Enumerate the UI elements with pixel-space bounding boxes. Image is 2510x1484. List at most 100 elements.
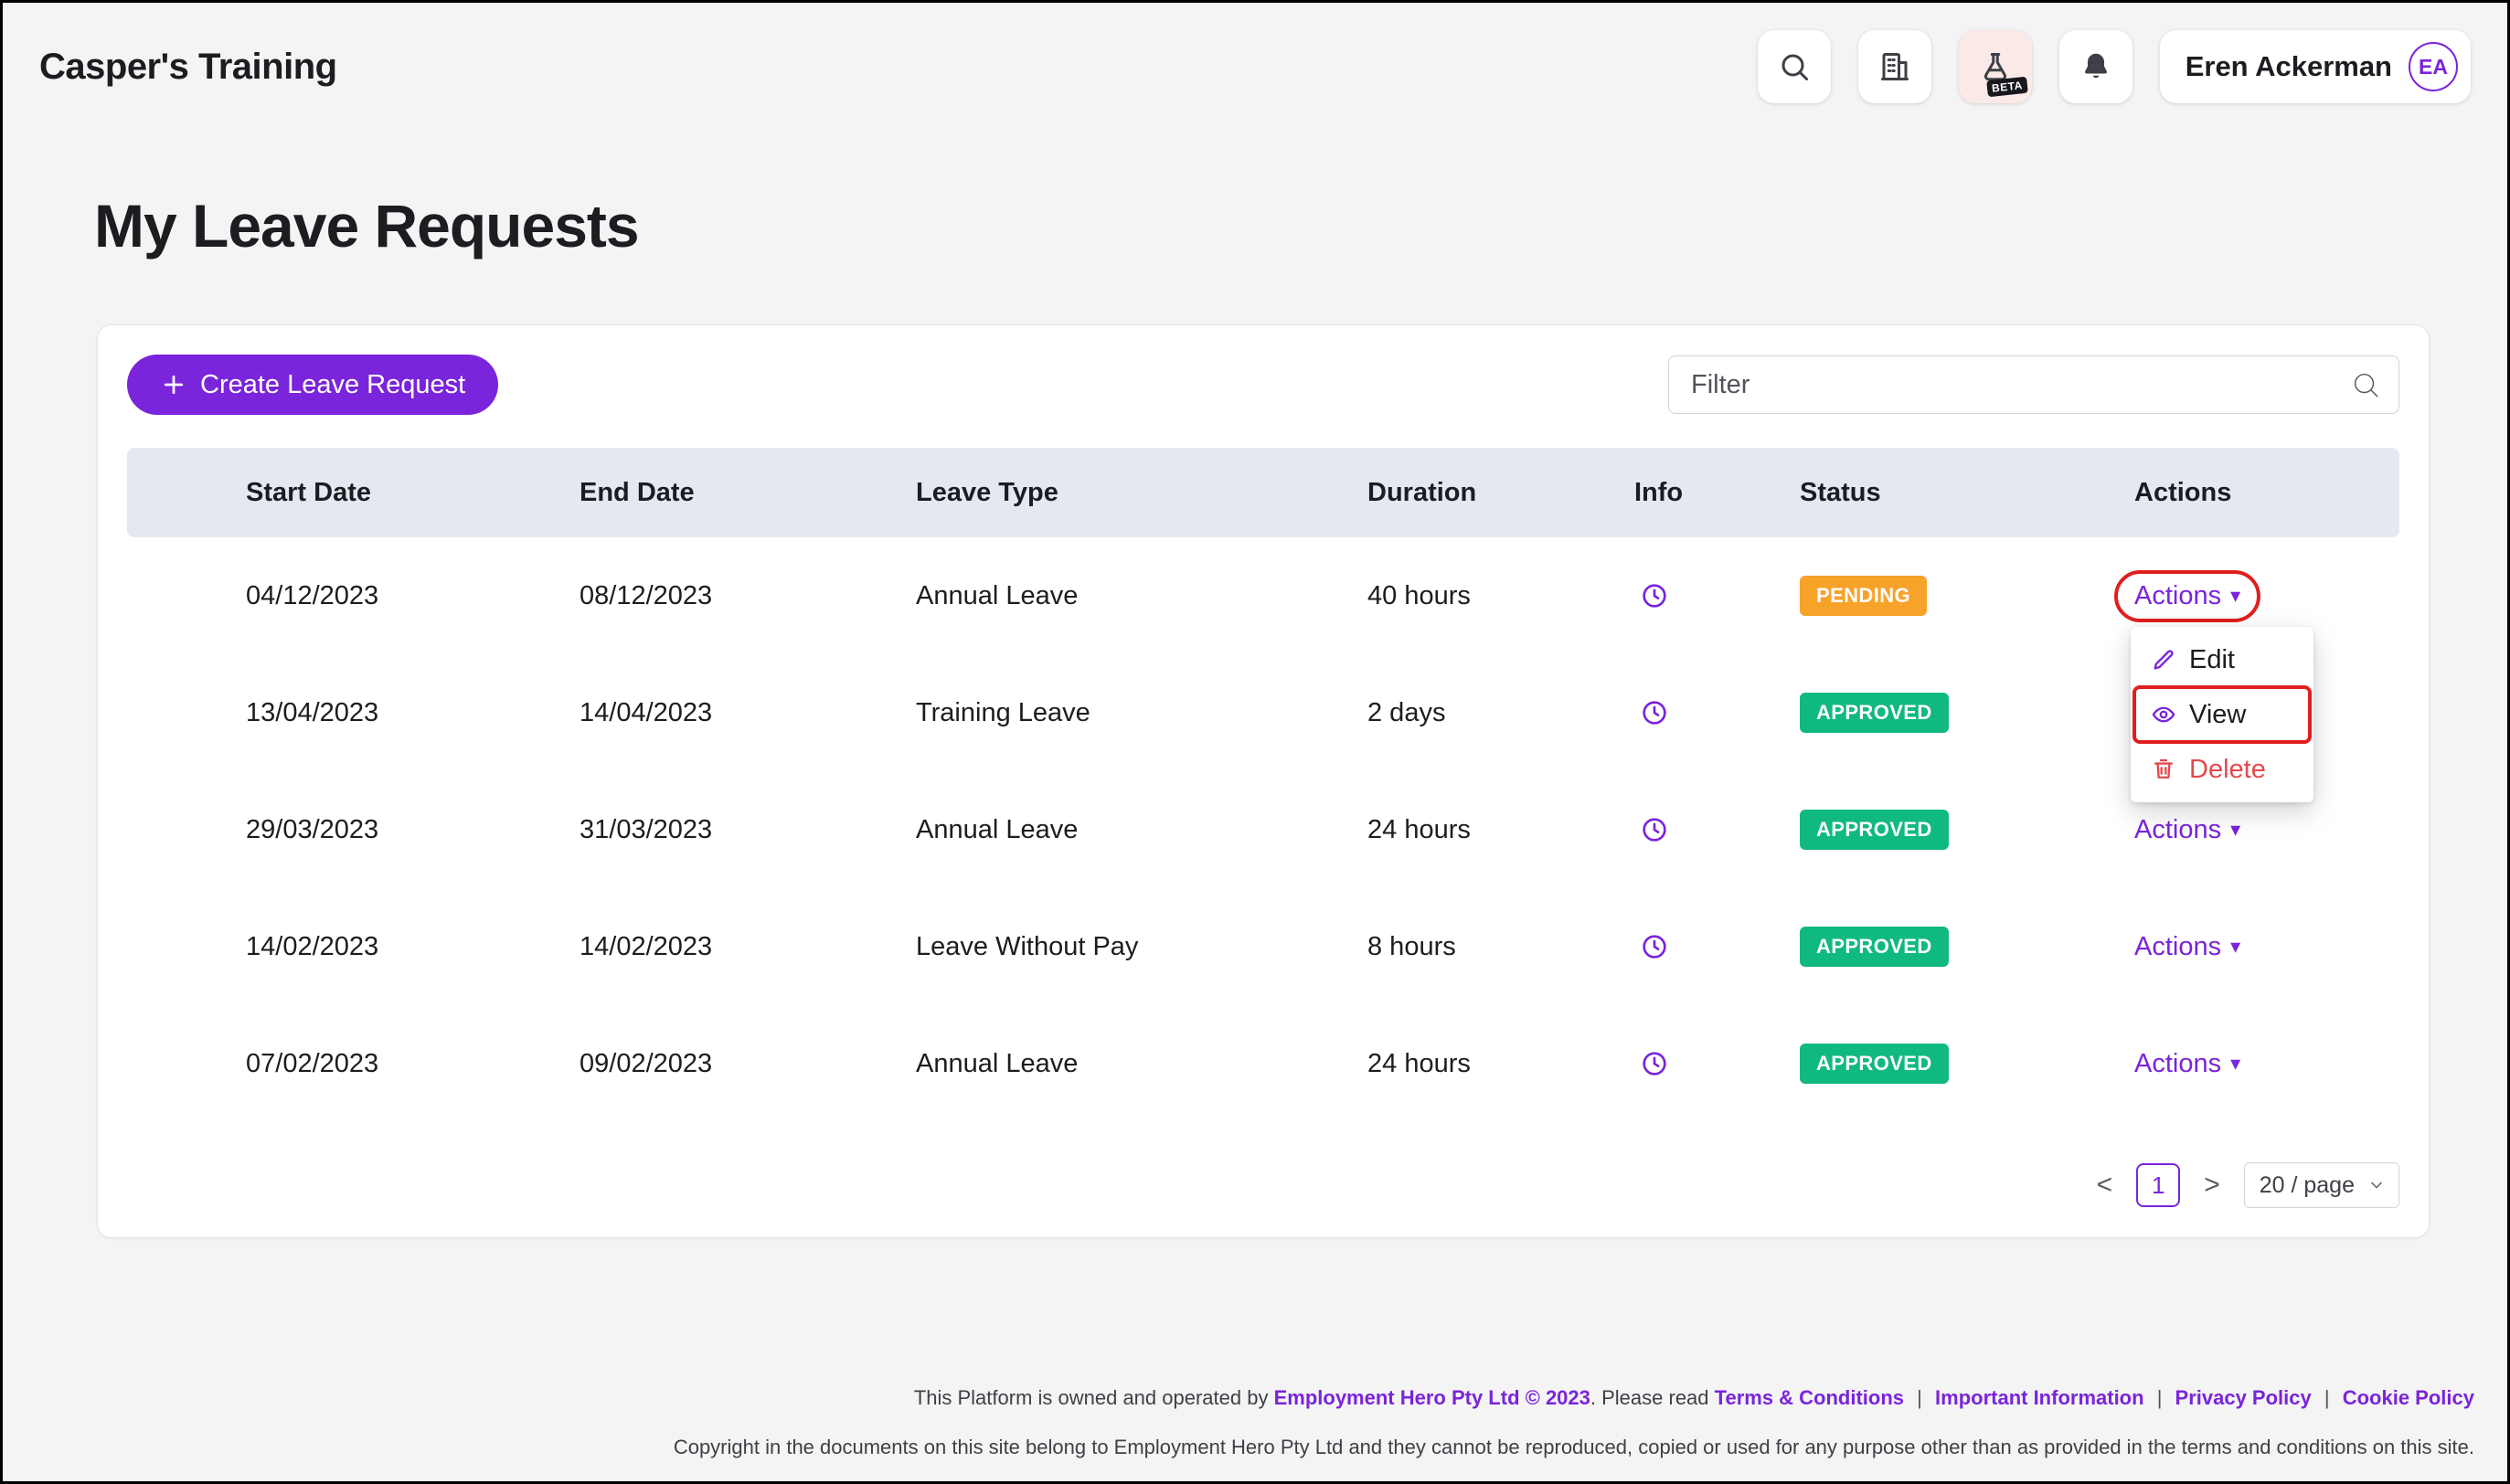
filter-field	[1668, 355, 2399, 414]
end-date-cell: 14/04/2023	[580, 698, 916, 728]
pagination: < 1 > 20 / page	[127, 1162, 2399, 1208]
menu-item-label: Delete	[2189, 755, 2266, 785]
user-menu[interactable]: Eren Ackerman EA	[2160, 30, 2471, 103]
col-header-info: Info	[1634, 478, 1800, 508]
actions-dropdown-trigger[interactable]: Actions ▾	[2134, 815, 2240, 845]
leave-type-cell: Training Leave	[916, 698, 1367, 728]
table-row: 04/12/2023 08/12/2023 Annual Leave 40 ho…	[127, 537, 2399, 654]
duration-cell: 8 hours	[1367, 932, 1634, 962]
chevron-down-icon: ▾	[2230, 820, 2240, 840]
end-date-cell: 14/02/2023	[580, 932, 916, 962]
actions-dropdown-trigger[interactable]: Actions ▾	[2134, 932, 2240, 962]
footer-separator: |	[1917, 1386, 1922, 1409]
start-date-cell: 29/03/2023	[127, 815, 580, 845]
pagination-page-1[interactable]: 1	[2136, 1163, 2180, 1207]
chevron-down-icon: ▾	[2230, 1054, 2240, 1074]
beta-labs-button[interactable]: BETA	[1959, 30, 2032, 103]
filter-search-icon	[2350, 369, 2381, 400]
table-row: 14/02/2023 14/02/2023 Leave Without Pay …	[127, 888, 2399, 1005]
menu-item-delete[interactable]: Delete	[2131, 742, 2313, 797]
chevron-down-icon	[2367, 1176, 2386, 1194]
end-date-cell: 31/03/2023	[580, 815, 916, 845]
app-title: Casper's Training	[39, 47, 337, 88]
pagination-next-button[interactable]: >	[2204, 1170, 2220, 1201]
footer-link-privacy-policy[interactable]: Privacy Policy	[2175, 1386, 2312, 1409]
page-size-select[interactable]: 20 / page	[2244, 1162, 2399, 1208]
chevron-down-icon: ▾	[2230, 586, 2240, 606]
menu-item-view[interactable]: View	[2131, 687, 2313, 742]
start-date-cell: 04/12/2023	[127, 581, 580, 611]
actions-dropdown-menu: Edit View Delete	[2131, 627, 2313, 802]
menu-item-label: Edit	[2189, 645, 2235, 675]
col-header-start-date: Start Date	[127, 478, 580, 508]
footer-link-cookie-policy[interactable]: Cookie Policy	[2343, 1386, 2474, 1409]
table-row: 29/03/2023 31/03/2023 Annual Leave 24 ho…	[127, 771, 2399, 888]
actions-trigger-label: Actions	[2134, 932, 2221, 962]
actions-trigger-label: Actions	[2134, 1049, 2221, 1079]
trash-icon	[2151, 757, 2176, 782]
bell-icon	[2079, 50, 2112, 83]
table-row: 13/04/2023 14/04/2023 Training Leave 2 d…	[127, 654, 2399, 771]
actions-trigger-label: Actions	[2134, 815, 2221, 845]
leave-type-cell: Leave Without Pay	[916, 932, 1367, 962]
col-header-leave-type: Leave Type	[916, 478, 1367, 508]
end-date-cell: 09/02/2023	[580, 1049, 916, 1079]
status-badge: APPROVED	[1800, 693, 1949, 733]
footer-separator: |	[2324, 1386, 2330, 1409]
footer-text: This Platform is owned and operated by	[914, 1386, 1269, 1409]
user-name: Eren Ackerman	[2186, 50, 2392, 83]
clock-info-icon[interactable]	[1634, 1049, 1800, 1078]
start-date-cell: 13/04/2023	[127, 698, 580, 728]
organisation-button[interactable]	[1858, 30, 1931, 103]
status-badge: PENDING	[1800, 576, 1927, 616]
card-toolbar: Create Leave Request	[127, 355, 2399, 415]
col-header-end-date: End Date	[580, 478, 916, 508]
leave-type-cell: Annual Leave	[916, 581, 1367, 611]
menu-item-edit[interactable]: Edit	[2131, 632, 2313, 687]
status-badge: APPROVED	[1800, 810, 1949, 850]
menu-item-label: View	[2189, 700, 2246, 730]
footer-link-terms[interactable]: Terms & Conditions	[1715, 1386, 1904, 1409]
notifications-button[interactable]	[2059, 30, 2132, 103]
status-badge: APPROVED	[1800, 927, 1949, 967]
top-bar-actions: BETA Eren Ackerman EA	[1758, 30, 2471, 103]
clock-info-icon[interactable]	[1634, 815, 1800, 844]
footer-line-2: Copyright in the documents on this site …	[674, 1436, 2474, 1459]
footer: This Platform is owned and operated by E…	[674, 1386, 2474, 1459]
clock-info-icon[interactable]	[1634, 932, 1800, 961]
col-header-duration: Duration	[1367, 478, 1634, 508]
filter-input[interactable]	[1668, 355, 2399, 414]
start-date-cell: 07/02/2023	[127, 1049, 580, 1079]
actions-dropdown-trigger[interactable]: Actions ▾	[2134, 1049, 2240, 1079]
footer-link-important-information[interactable]: Important Information	[1935, 1386, 2144, 1409]
footer-separator: |	[2157, 1386, 2163, 1409]
duration-cell: 2 days	[1367, 698, 1634, 728]
leave-type-cell: Annual Leave	[916, 815, 1367, 845]
page-title: My Leave Requests	[94, 191, 2507, 260]
col-header-status: Status	[1800, 478, 2134, 508]
plus-icon	[160, 371, 187, 398]
duration-cell: 40 hours	[1367, 581, 1634, 611]
search-button[interactable]	[1758, 30, 1831, 103]
duration-cell: 24 hours	[1367, 1049, 1634, 1079]
duration-cell: 24 hours	[1367, 815, 1634, 845]
create-leave-request-button[interactable]: Create Leave Request	[127, 355, 498, 415]
footer-text: . Please read	[1590, 1386, 1709, 1409]
building-icon	[1878, 50, 1911, 83]
clock-info-icon[interactable]	[1634, 698, 1800, 727]
beta-badge: BETA	[1986, 77, 2027, 97]
end-date-cell: 08/12/2023	[580, 581, 916, 611]
pencil-icon	[2151, 647, 2176, 673]
start-date-cell: 14/02/2023	[127, 932, 580, 962]
avatar: EA	[2409, 42, 2458, 91]
leave-requests-card: Create Leave Request Start Date End Date…	[97, 324, 2430, 1238]
footer-link-company[interactable]: Employment Hero Pty Ltd © 2023	[1274, 1386, 1590, 1409]
table-row: 07/02/2023 09/02/2023 Annual Leave 24 ho…	[127, 1005, 2399, 1122]
clock-info-icon[interactable]	[1634, 581, 1800, 610]
col-header-actions: Actions	[2134, 478, 2399, 508]
page-size-value: 20 / page	[2260, 1172, 2355, 1199]
actions-trigger-label: Actions	[2134, 581, 2221, 611]
pagination-prev-button[interactable]: <	[2097, 1170, 2113, 1201]
chevron-down-icon: ▾	[2230, 937, 2240, 957]
actions-dropdown-trigger[interactable]: Actions ▾	[2134, 581, 2240, 611]
